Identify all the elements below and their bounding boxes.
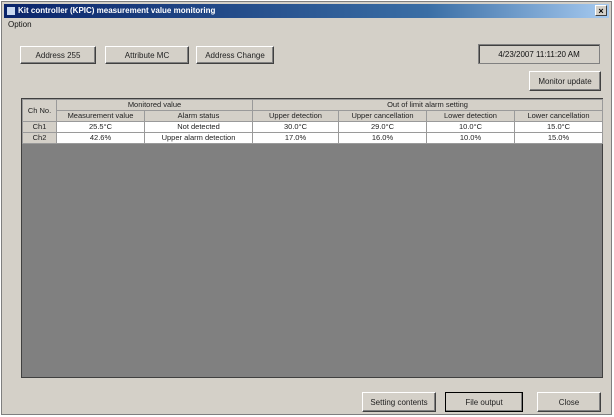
table-cell: 29.0°C: [338, 121, 427, 133]
title-bar[interactable]: Kit controller (KPIC) measurement value …: [4, 4, 609, 18]
app-window: Kit controller (KPIC) measurement value …: [1, 1, 612, 415]
window-title: Kit controller (KPIC) measurement value …: [18, 6, 216, 15]
col-alarm-status: Alarm status: [144, 110, 253, 122]
table-cell: Not detected: [144, 121, 253, 133]
close-button[interactable]: Close: [537, 392, 601, 412]
table-cell: 25.5°C: [56, 121, 145, 133]
table-cell: 16.0%: [338, 132, 427, 144]
table-row[interactable]: Ch1 25.5°C Not detected 30.0°C 29.0°C 10…: [22, 121, 604, 133]
measurement-table: Ch No. Monitored value Out of limit alar…: [22, 99, 604, 144]
col-lower-detection: Lower detection: [426, 110, 515, 122]
table-cell: 15.0%: [513, 132, 604, 144]
col-lower-cancellation: Lower cancellation: [513, 110, 604, 122]
file-output-button[interactable]: File output: [445, 392, 523, 412]
datetime-display: 4/23/2007 11:11:20 AM: [478, 44, 600, 64]
table-cell: Upper alarm detection: [144, 132, 253, 144]
address-change-button[interactable]: Address Change: [196, 46, 274, 64]
table-row[interactable]: Ch2 42.6% Upper alarm detection 17.0% 16…: [22, 132, 604, 144]
table-cell: 15.0°C: [513, 121, 604, 133]
table-cell: 10.0%: [426, 132, 515, 144]
app-icon: [7, 7, 15, 15]
table-cell: 42.6%: [56, 132, 145, 144]
menu-bar: Option: [8, 20, 32, 32]
header-ch-no: Ch No.: [22, 99, 57, 122]
table-cell: 17.0%: [252, 132, 339, 144]
address-button[interactable]: Address 255: [20, 46, 96, 64]
menu-option[interactable]: Option: [8, 20, 32, 29]
header-alarm-setting: Out of limit alarm setting: [251, 99, 604, 111]
row-ch-label: Ch1: [22, 121, 57, 133]
monitor-update-button[interactable]: Monitor update: [529, 71, 601, 91]
measurement-grid: Ch No. Monitored value Out of limit alar…: [21, 98, 604, 378]
table-cell: 30.0°C: [252, 121, 339, 133]
header-monitored-value: Monitored value: [56, 99, 253, 111]
col-measurement-value: Measurement value: [56, 110, 145, 122]
close-icon[interactable]: ×: [595, 5, 607, 16]
col-upper-detection: Upper detection: [252, 110, 339, 122]
col-upper-cancellation: Upper cancellation: [338, 110, 427, 122]
attribute-button[interactable]: Attribute MC: [105, 46, 189, 64]
row-ch-label: Ch2: [22, 132, 57, 144]
setting-contents-button[interactable]: Setting contents: [362, 392, 436, 412]
table-cell: 10.0°C: [426, 121, 515, 133]
